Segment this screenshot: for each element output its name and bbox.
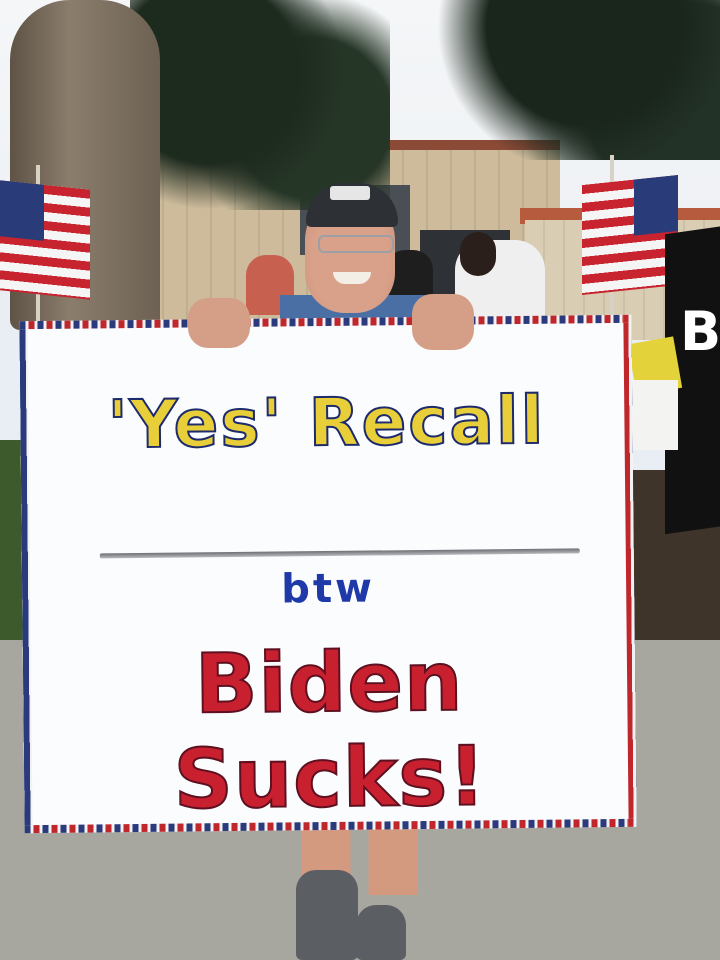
cap-logo <box>330 186 370 200</box>
eyeglasses <box>318 235 394 253</box>
tree-foliage <box>130 0 390 210</box>
sneaker-right <box>356 905 406 960</box>
sneaker-left <box>296 870 358 960</box>
sign-slogan: Biden Sucks! <box>172 634 488 829</box>
background-person-head <box>460 232 496 276</box>
american-flag-icon <box>582 174 678 296</box>
sign-headline: 'Yes' Recall <box>106 381 546 465</box>
american-flag-icon <box>0 180 90 300</box>
hand-left <box>188 298 250 348</box>
protest-sign: 'Yes' Recall btw Biden Sucks! <box>19 314 637 834</box>
black-flag-lettering: B <box>680 300 720 363</box>
photo-scene: B 'Yes' Recall btw Biden Sucks! <box>0 0 720 960</box>
hand-right <box>412 294 474 350</box>
tree-foliage-right <box>380 0 720 160</box>
smile <box>333 272 371 284</box>
sign-divider <box>99 548 580 559</box>
sign-subline: btw <box>281 565 376 613</box>
